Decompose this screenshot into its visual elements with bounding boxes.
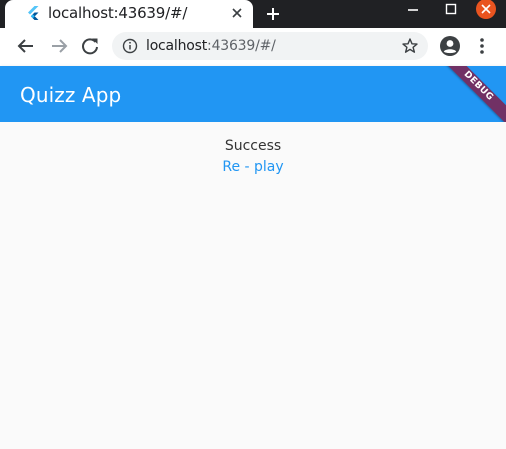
url-rest: :43639/#/	[207, 38, 276, 54]
account-icon[interactable]	[439, 35, 461, 57]
minimize-icon[interactable]	[402, 0, 424, 20]
reload-icon[interactable]	[79, 35, 101, 57]
debug-banner: DEBUG	[433, 66, 506, 122]
flutter-logo-icon	[28, 6, 39, 20]
replay-button-label: Re - play	[222, 159, 284, 175]
tab-title: localhost:43639/#/	[48, 4, 188, 22]
url-text[interactable]: localhost:43639/#/	[146, 38, 276, 54]
new-tab-plus-icon[interactable]	[263, 4, 283, 24]
browser-tab[interactable]: localhost:43639/#/	[5, 0, 253, 28]
quiz-result-body: Success Re - play	[0, 122, 506, 449]
app-title: Quizz App	[20, 83, 122, 107]
star-icon[interactable]	[401, 37, 419, 55]
tab-close-icon[interactable]	[228, 4, 246, 22]
result-text: Success	[224, 138, 282, 154]
info-icon[interactable]	[122, 38, 138, 54]
address-bar[interactable]: localhost:43639/#/	[112, 32, 428, 60]
app-bar: Quizz App DEBUG	[0, 66, 506, 122]
url-host: localhost	[146, 38, 208, 54]
arrow-back-icon[interactable]	[15, 35, 37, 57]
more-vert-icon[interactable]	[476, 36, 488, 56]
replay-button[interactable]: Re - play	[0, 159, 506, 175]
maximize-icon[interactable]	[440, 0, 462, 20]
browser-toolbar: localhost:43639/#/	[0, 28, 506, 66]
tab-strip: localhost:43639/#/	[0, 0, 506, 28]
arrow-forward-icon[interactable]	[48, 35, 70, 57]
window-close-icon[interactable]	[474, 0, 498, 20]
